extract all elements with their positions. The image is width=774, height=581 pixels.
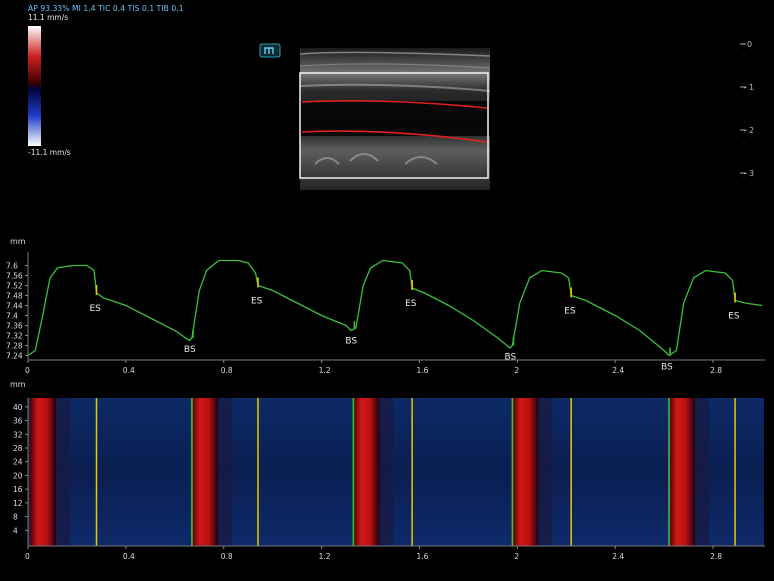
- waveform-y-tick-label: 7.24: [6, 352, 23, 361]
- waveform-y-tick-label: 7.28: [6, 342, 23, 351]
- svg-text:-: -: [744, 126, 747, 135]
- tvi-y-tick-label: 36: [13, 417, 23, 426]
- transition-band: [56, 398, 70, 546]
- tvi-y-tick-label: 8: [13, 513, 18, 522]
- waveform-x-tick-label: 2: [514, 366, 519, 375]
- tvi-y-tick-label: 40: [13, 403, 23, 412]
- depth-label-3: 3: [749, 169, 754, 178]
- tissue-velocity-m-mode: mm 4036322824201612840 0.4 0.8 1.2 1.6 2 2.4 2.…: [10, 380, 765, 561]
- es-label: ES: [90, 304, 102, 314]
- tvi-y-tick-label: 4: [13, 526, 18, 535]
- systolic-velocity-band: [30, 398, 56, 546]
- m-mode-icon[interactable]: [259, 43, 281, 58]
- velocity-scale-min: -11.1 mm/s: [28, 148, 71, 157]
- depth-label-1: 1: [749, 83, 754, 92]
- bs-label: BS: [661, 363, 673, 373]
- tvi-y-tick-label: 16: [13, 485, 23, 494]
- tvi-y-tick-label: 24: [13, 458, 23, 467]
- es-label: ES: [251, 297, 263, 307]
- transition-band: [538, 398, 553, 546]
- tvi-x-tick-label: 0.4: [123, 552, 135, 561]
- tvi-y-tick-label: 20: [13, 471, 23, 480]
- tvi-x-tick-label: 1.2: [319, 552, 331, 561]
- depth-scale: 0 - 1 - 2 - 3: [740, 40, 754, 200]
- velocity-color-bar: [28, 26, 41, 146]
- svg-text:-: -: [744, 169, 747, 178]
- tvi-x-tick-label: 2.4: [612, 552, 624, 561]
- waveform-x-tick-label: 1.2: [319, 366, 331, 375]
- bs-label: BS: [345, 336, 357, 346]
- transition-band: [695, 398, 710, 546]
- waveform-y-tick-label: 7.32: [6, 332, 23, 341]
- tvi-y-tick-label: 12: [13, 499, 23, 508]
- bs-label: BS: [504, 353, 516, 363]
- tvi-y-tick-label: 32: [13, 430, 23, 439]
- tvi-x-tick-label: 0.8: [221, 552, 233, 561]
- es-label: ES: [564, 307, 576, 317]
- tvi-x-tick-label: 1.6: [416, 552, 428, 561]
- waveform-y-tick-label: 7.56: [6, 272, 23, 281]
- waveform-y-tick-label: 7.52: [6, 282, 23, 291]
- diameter-waveform-chart: mm 7.67.567.527.487.447.47.367.327.287.2…: [6, 237, 765, 375]
- b-mode-image: [299, 48, 491, 190]
- tvi-y-tick-label: 28: [13, 444, 23, 453]
- tvi-x-tick-label: 2.8: [710, 552, 722, 561]
- acoustic-params: AP 93.33% MI 1.4 TIC 0.4 TIS 0.1 TIB 0.1: [28, 4, 184, 13]
- waveform-x-tick-label: 0: [25, 366, 30, 375]
- transition-band: [379, 398, 394, 546]
- waveform-unit: mm: [10, 237, 26, 246]
- waveform-x-tick-label: 0.4: [123, 366, 135, 375]
- es-label: ES: [405, 299, 417, 309]
- waveform-x-tick-label: 2.8: [710, 366, 722, 375]
- waveform-y-tick-label: 7.48: [6, 292, 23, 301]
- velocity-scale-max: 11.1 mm/s: [28, 13, 69, 22]
- waveform-x-tick-label: 1.6: [416, 366, 428, 375]
- es-label: ES: [728, 312, 740, 322]
- waveform-x-tick-label: 0.8: [221, 366, 233, 375]
- waveform-x-tick-label: 2.4: [612, 366, 624, 375]
- systolic-velocity-band: [191, 398, 218, 546]
- systolic-velocity-band: [669, 398, 696, 546]
- svg-text:-: -: [744, 83, 747, 92]
- transition-band: [217, 398, 232, 546]
- bs-label: BS: [184, 345, 196, 355]
- systolic-velocity-band: [353, 398, 380, 546]
- waveform-trace: [27, 259, 763, 357]
- waveform-y-tick-label: 7.4: [6, 312, 18, 321]
- tvi-x-tick-label: 0: [25, 552, 30, 561]
- waveform-y-tick-label: 7.6: [6, 262, 18, 271]
- tvi-unit: mm: [10, 380, 26, 389]
- waveform-y-tick-label: 7.36: [6, 322, 23, 331]
- depth-label-2: 2: [749, 126, 754, 135]
- tvi-x-tick-label: 2: [514, 552, 519, 561]
- depth-label-0: 0: [747, 40, 752, 49]
- waveform-y-tick-label: 7.44: [6, 302, 23, 311]
- systolic-velocity-band: [512, 398, 539, 546]
